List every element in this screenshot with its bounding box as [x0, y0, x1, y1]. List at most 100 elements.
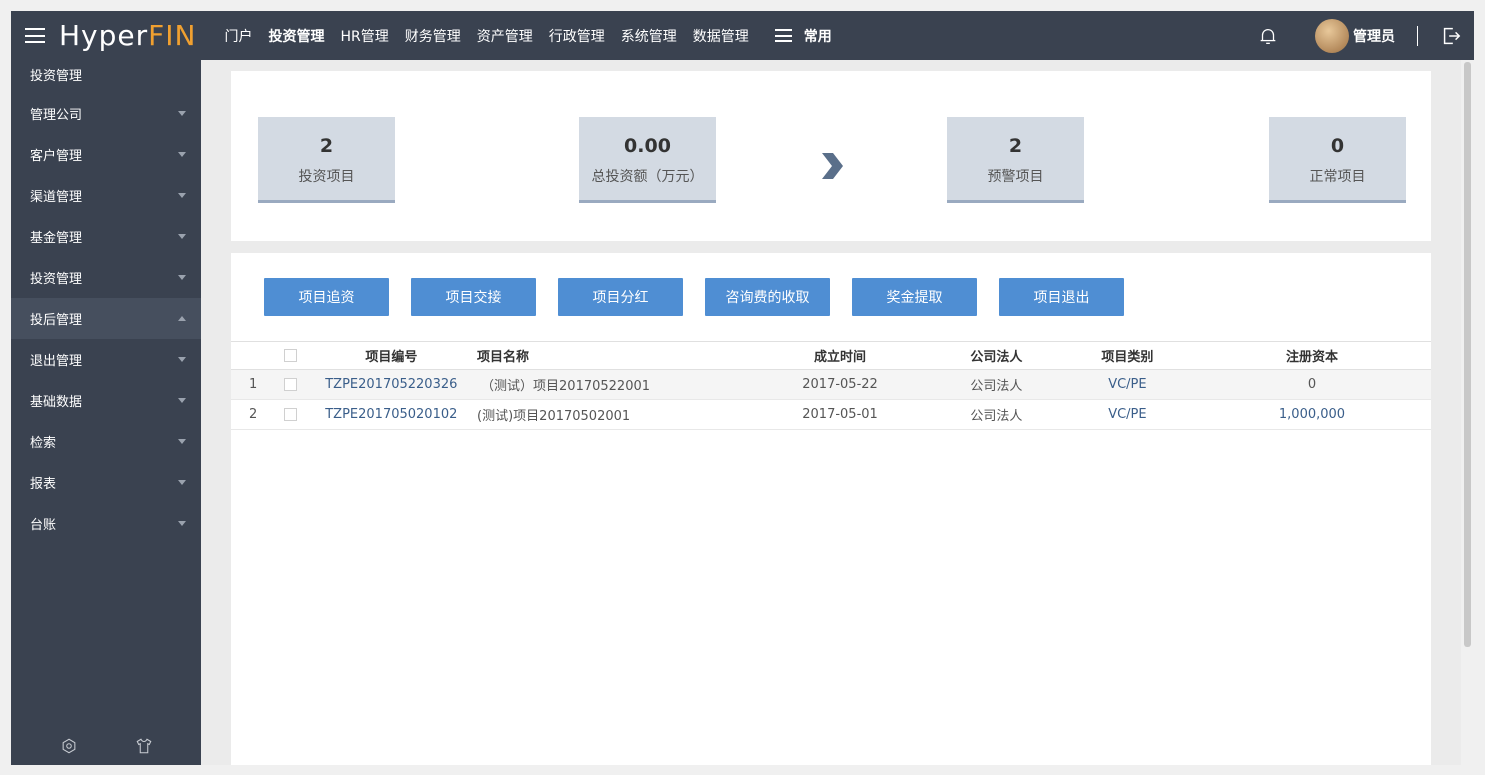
caret-down-icon	[178, 234, 186, 239]
row-code[interactable]: TZPE201705220326	[306, 370, 477, 400]
page-scrollbar[interactable]	[1461, 60, 1474, 765]
sidebar-item-channels[interactable]: 渠道管理	[11, 175, 201, 216]
project-additional-investment-button[interactable]: 项目追资	[264, 278, 389, 316]
nav-system[interactable]: 系统管理	[621, 26, 677, 46]
sidebar-item-label: 报表	[30, 477, 57, 492]
sidebar-item-label: 渠道管理	[30, 190, 83, 205]
row-code[interactable]: TZPE201705020102	[306, 400, 477, 430]
header-capital[interactable]: 注册资本	[1193, 342, 1431, 370]
scrollbar-thumb[interactable]	[1464, 62, 1471, 647]
stat-value: 2	[1008, 135, 1023, 157]
stats-panel: 2 投资项目 0.00 总投资额（万元） 2 预警项目 0 正常项目	[231, 71, 1431, 241]
stat-card-investment-projects[interactable]: 2 投资项目	[258, 117, 395, 203]
avatar[interactable]	[1315, 18, 1349, 53]
header-select-all[interactable]	[275, 342, 305, 370]
app-frame: HyperFIN 门户 投资管理 HR管理 财务管理 资产管理 行政管理 系统管…	[11, 11, 1474, 765]
row-legal: 公司法人	[970, 379, 1023, 394]
sidebar-item-management-company[interactable]: 管理公司	[11, 93, 201, 134]
row-index: 1	[249, 377, 258, 392]
header-divider	[1417, 25, 1418, 46]
caret-up-icon	[178, 316, 186, 321]
sidebar-item-base-data[interactable]: 基础数据	[11, 380, 201, 421]
nav-investment[interactable]: 投资管理	[268, 26, 324, 46]
menu-toggle-button[interactable]	[11, 28, 59, 43]
chevron-right-icon	[822, 153, 843, 179]
row-capital: 1,000,000	[1278, 407, 1346, 422]
row-legal: 公司法人	[970, 409, 1023, 424]
sidebar-item-label: 基础数据	[30, 395, 83, 410]
table-header-row: 项目编号 项目名称 成立时间 公司法人 项目类别 注册资本	[231, 341, 1431, 370]
sidebar-item-label: 退出管理	[30, 354, 83, 369]
caret-down-icon	[178, 152, 186, 157]
caret-down-icon	[178, 398, 186, 403]
logo: HyperFIN	[59, 19, 196, 52]
header-legal[interactable]: 公司法人	[931, 342, 1062, 370]
caret-down-icon	[178, 439, 186, 444]
header-index	[231, 342, 275, 370]
theme-shirt-icon[interactable]	[135, 737, 153, 755]
select-all-checkbox[interactable]	[283, 349, 297, 362]
caret-down-icon	[178, 357, 186, 362]
sidebar-item-investment[interactable]: 投资管理	[11, 257, 201, 298]
more-menu-icon[interactable]	[774, 29, 792, 42]
row-select[interactable]	[275, 370, 305, 400]
table-row[interactable]: 1 TZPE201705220326 （测试）项目20170522001 201…	[231, 369, 1431, 400]
project-dividend-button[interactable]: 项目分红	[558, 278, 683, 316]
sidebar-item-label: 检索	[30, 436, 57, 451]
logo-text-fin: FIN	[148, 19, 197, 52]
sidebar: 投资管理 管理公司 客户管理 渠道管理 基金管理 投资管理 投后管理 退出管理 …	[11, 60, 201, 765]
nav-admin[interactable]: 行政管理	[549, 26, 605, 46]
action-toolbar: 项目追资 项目交接 项目分红 咨询费的收取 奖金提取 项目退出	[264, 278, 1146, 316]
sidebar-title: 投资管理	[11, 60, 201, 93]
sidebar-item-exit[interactable]: 退出管理	[11, 339, 201, 380]
stat-card-total-investment[interactable]: 0.00 总投资额（万元）	[579, 117, 716, 203]
row-name[interactable]: （测试）项目20170522001	[477, 370, 749, 400]
projects-table: 项目编号 项目名称 成立时间 公司法人 项目类别 注册资本 1 TZPE2017…	[231, 341, 1431, 430]
nav-assets[interactable]: 资产管理	[477, 26, 533, 46]
project-handover-button[interactable]: 项目交接	[411, 278, 536, 316]
stat-label: 正常项目	[1309, 169, 1366, 185]
header-name[interactable]: 项目名称	[477, 342, 749, 370]
sidebar-item-post-investment[interactable]: 投后管理	[11, 298, 201, 339]
sidebar-item-funds[interactable]: 基金管理	[11, 216, 201, 257]
bonus-extraction-button[interactable]: 奖金提取	[852, 278, 977, 316]
stat-label: 总投资额（万元）	[591, 169, 704, 185]
header-type[interactable]: 项目类别	[1062, 342, 1193, 370]
nav-frequent[interactable]: 常用	[804, 26, 832, 46]
stat-card-warning-projects[interactable]: 2 预警项目	[947, 117, 1084, 203]
logo-text-hyper: Hyper	[59, 19, 149, 52]
row-checkbox[interactable]	[283, 408, 297, 421]
consulting-fee-collection-button[interactable]: 咨询费的收取	[705, 278, 830, 316]
nav-hr[interactable]: HR管理	[340, 26, 388, 46]
top-nav: 门户 投资管理 HR管理 财务管理 资产管理 行政管理 系统管理 数据管理 常用	[224, 11, 831, 60]
username[interactable]: 管理员	[1353, 26, 1395, 46]
sidebar-item-reports[interactable]: 报表	[11, 462, 201, 503]
table-row[interactable]: 2 TZPE201705020102 (测试)项目20170502001 201…	[231, 400, 1431, 430]
row-checkbox[interactable]	[283, 378, 297, 391]
header-code[interactable]: 项目编号	[306, 342, 477, 370]
sidebar-item-customers[interactable]: 客户管理	[11, 134, 201, 175]
stat-card-normal-projects[interactable]: 0 正常项目	[1269, 117, 1406, 203]
row-name[interactable]: (测试)项目20170502001	[477, 400, 749, 430]
nav-portal[interactable]: 门户	[224, 26, 252, 46]
nav-finance[interactable]: 财务管理	[405, 26, 461, 46]
row-select[interactable]	[275, 400, 305, 430]
sidebar-item-label: 管理公司	[30, 108, 83, 123]
header-date[interactable]: 成立时间	[749, 342, 931, 370]
sidebar-item-label: 客户管理	[30, 149, 83, 164]
stat-value: 0.00	[624, 135, 671, 157]
project-exit-button[interactable]: 项目退出	[999, 278, 1124, 316]
settings-icon[interactable]	[60, 737, 78, 755]
caret-down-icon	[178, 275, 186, 280]
logout-icon[interactable]	[1440, 25, 1462, 47]
caret-down-icon	[178, 193, 186, 198]
hamburger-icon	[25, 28, 45, 43]
sidebar-footer	[11, 737, 201, 755]
nav-data[interactable]: 数据管理	[693, 26, 749, 46]
sidebar-item-search[interactable]: 检索	[11, 421, 201, 462]
stat-label: 投资项目	[298, 169, 355, 185]
caret-down-icon	[178, 480, 186, 485]
sidebar-item-ledger[interactable]: 台账	[11, 503, 201, 544]
bell-icon[interactable]	[1257, 25, 1279, 47]
top-bar: HyperFIN 门户 投资管理 HR管理 财务管理 资产管理 行政管理 系统管…	[11, 11, 1474, 60]
